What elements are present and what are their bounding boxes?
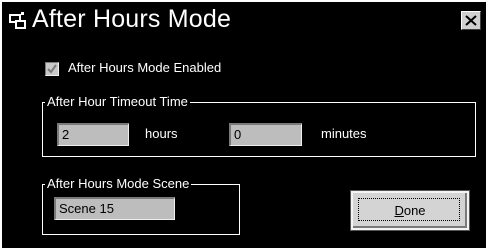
scene-group-legend: After Hours Mode Scene (45, 176, 192, 191)
app-icon (9, 12, 26, 29)
done-mnemonic: D (394, 203, 404, 218)
timeout-group-legend: After Hour Timeout Time (45, 94, 190, 109)
hours-input[interactable]: 2 (57, 123, 129, 146)
minutes-label: minutes (321, 126, 367, 141)
after-hours-enabled-label: After Hours Mode Enabled (68, 60, 222, 75)
done-button[interactable]: Done (350, 190, 470, 231)
scene-input[interactable]: Scene 15 (54, 197, 175, 220)
checkmark-icon (47, 64, 57, 74)
after-hours-enabled-checkbox[interactable] (45, 62, 59, 76)
window-title: After Hours Mode (32, 5, 232, 33)
dialog-window: After Hours Mode After Hours Mode Enable… (2, 2, 486, 248)
close-icon (465, 15, 477, 26)
done-rest: one (403, 203, 426, 218)
minutes-input[interactable]: 0 (229, 123, 302, 146)
done-button-label: Done (353, 203, 467, 218)
close-button[interactable] (461, 11, 481, 30)
title-bar: After Hours Mode (2, 2, 486, 38)
hours-label: hours (145, 126, 178, 141)
